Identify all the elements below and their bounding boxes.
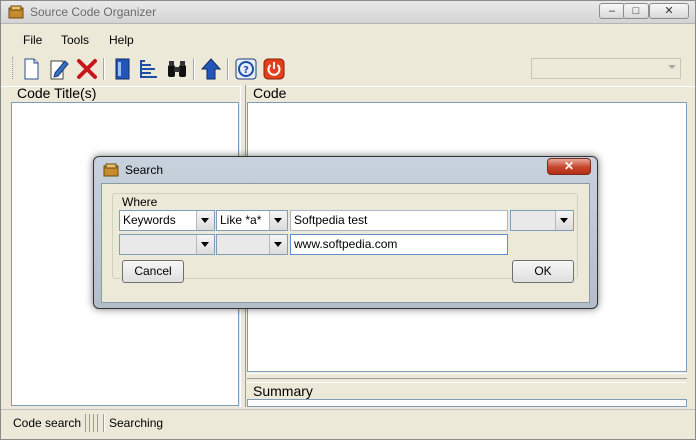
chevron-down-icon[interactable] [269, 211, 287, 230]
edit-icon[interactable] [47, 57, 71, 81]
status-grip [89, 414, 90, 432]
search-dialog: Search ✕ Where Keywords Like *a* Softped… [93, 156, 598, 309]
delete-icon[interactable] [75, 57, 99, 81]
close-icon: ✕ [563, 159, 575, 173]
operator-dropdown-1[interactable]: Like *a* [216, 210, 288, 231]
value-input-1[interactable]: Softpedia test [290, 210, 508, 231]
chevron-down-icon[interactable] [555, 211, 573, 230]
chevron-down-icon[interactable] [196, 211, 214, 230]
dialog-close-button[interactable]: ✕ [547, 158, 591, 175]
status-separator [103, 414, 105, 432]
status-grip [93, 414, 94, 432]
ok-button[interactable]: OK [512, 260, 574, 283]
chevron-down-icon [668, 65, 676, 69]
maximize-button[interactable]: □ [623, 3, 649, 19]
field-dropdown-1-value: Keywords [123, 213, 176, 227]
status-grip [85, 414, 86, 432]
power-icon[interactable] [262, 57, 286, 81]
menu-help[interactable]: Help [109, 33, 134, 47]
status-grip [97, 414, 98, 432]
summary-box[interactable] [247, 399, 687, 407]
app-icon [8, 5, 24, 19]
dialog-title-bar[interactable]: Search ✕ [94, 157, 597, 183]
help-icon[interactable]: ? [234, 57, 258, 81]
toolbar-grip[interactable] [12, 57, 16, 79]
new-icon[interactable] [19, 57, 43, 81]
conjunction-dropdown[interactable] [510, 210, 574, 231]
title-bar: Source Code Organizer – □ ✕ [1, 1, 695, 24]
list-icon[interactable] [137, 57, 161, 81]
toolbar-combo[interactable] [531, 58, 681, 79]
operator-dropdown-1-value: Like *a* [220, 213, 262, 227]
value-input-2[interactable]: www.softpedia.com [290, 234, 508, 255]
minimize-button[interactable]: – [599, 3, 625, 19]
toolbar-separator [227, 58, 229, 80]
toolbar-separator [193, 58, 195, 80]
minimize-icon: – [608, 5, 616, 17]
close-icon: ✕ [664, 5, 674, 17]
window-title: Source Code Organizer [30, 5, 157, 19]
dialog-title: Search [125, 163, 164, 177]
where-label: Where [120, 195, 160, 209]
operator-dropdown-2[interactable] [216, 234, 288, 255]
field-dropdown-1[interactable]: Keywords [119, 210, 215, 231]
summary-header: Summary [247, 382, 687, 399]
status-right: Searching [109, 416, 164, 430]
chevron-down-icon[interactable] [196, 235, 214, 254]
field-dropdown-2[interactable] [119, 234, 215, 255]
close-button[interactable]: ✕ [649, 3, 689, 19]
menu-tools[interactable]: Tools [61, 33, 89, 47]
menu-file[interactable]: File [23, 33, 42, 47]
toolbar-separator [103, 58, 105, 80]
cancel-button[interactable]: Cancel [122, 260, 184, 283]
book-icon[interactable] [111, 57, 135, 81]
code-titles-header: Code Title(s) [17, 85, 97, 101]
maximize-icon: □ [632, 5, 640, 17]
status-bar: Code search Searching [1, 409, 695, 440]
svg-text:?: ? [243, 65, 249, 76]
code-header: Code [253, 85, 287, 101]
binoculars-icon[interactable] [165, 57, 189, 81]
menu-bar: File Tools Help [1, 30, 695, 50]
dialog-body: Where Keywords Like *a* Softpedia test w… [101, 183, 590, 303]
horizontal-splitter[interactable] [247, 373, 687, 379]
status-left: Code search [13, 416, 82, 430]
app-window: Source Code Organizer – □ ✕ File Tools H… [0, 0, 696, 440]
up-arrow-icon[interactable] [199, 57, 223, 81]
chevron-down-icon[interactable] [269, 235, 287, 254]
app-icon [103, 163, 119, 177]
